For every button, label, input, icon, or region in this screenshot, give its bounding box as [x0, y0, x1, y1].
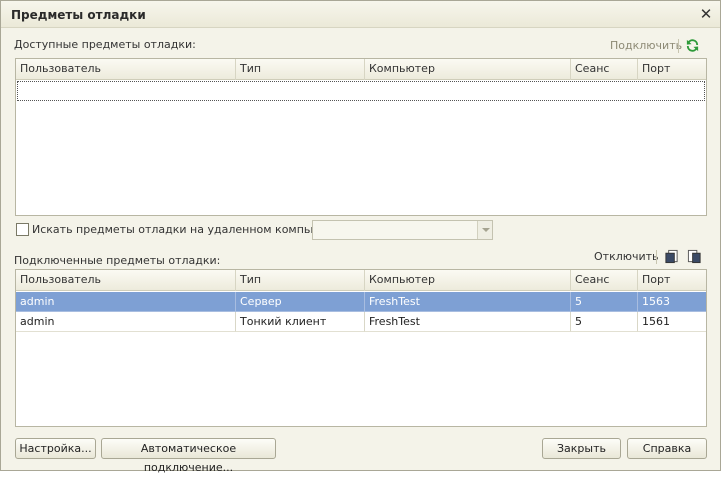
- cell-user: admin: [16, 292, 236, 312]
- cell-session: 5: [571, 312, 638, 332]
- connected-items-label: Подключенные предметы отладки:: [14, 254, 221, 267]
- column-header-computer[interactable]: Компьютер: [365, 59, 571, 80]
- column-header-port[interactable]: Порт: [638, 270, 706, 291]
- empty-row-focus[interactable]: [17, 81, 705, 101]
- column-header-computer[interactable]: Компьютер: [365, 270, 571, 291]
- cell-port: 1563: [638, 292, 706, 312]
- connected-items-table[interactable]: Пользователь Тип Компьютер Сеанс Порт ad…: [15, 269, 707, 427]
- column-header-port[interactable]: Порт: [638, 59, 706, 80]
- column-header-session[interactable]: Сеанс: [571, 270, 638, 291]
- cell-user: admin: [16, 312, 236, 332]
- connected-table-header: Пользователь Тип Компьютер Сеанс Порт: [16, 270, 706, 291]
- column-header-user[interactable]: Пользователь: [16, 270, 236, 291]
- expand-all-icon[interactable]: [664, 249, 679, 264]
- auto-connect-button[interactable]: Автоматическое подключение...: [101, 438, 276, 474]
- close-button[interactable]: Закрыть: [542, 438, 621, 459]
- cell-type: Сервер: [236, 292, 365, 312]
- column-header-session[interactable]: Сеанс: [571, 59, 638, 80]
- remote-search-checkbox[interactable]: [16, 223, 29, 236]
- column-header-type[interactable]: Тип: [236, 59, 365, 80]
- cell-type: Тонкий клиент: [236, 312, 365, 332]
- cell-port: 1561: [638, 312, 706, 332]
- toolbar-separator: [656, 250, 657, 264]
- available-table-header: Пользователь Тип Компьютер Сеанс Порт: [16, 59, 706, 80]
- available-items-table[interactable]: Пользователь Тип Компьютер Сеанс Порт: [15, 58, 707, 216]
- refresh-icon[interactable]: [685, 38, 700, 53]
- window-title: Предметы отладки: [11, 8, 146, 22]
- help-button[interactable]: Справка: [627, 438, 707, 459]
- table-row[interactable]: admin Сервер FreshTest 5 1563: [16, 292, 706, 312]
- column-header-user[interactable]: Пользователь: [16, 59, 236, 80]
- disconnect-button[interactable]: Отключить: [594, 250, 659, 263]
- chevron-down-icon[interactable]: [477, 221, 492, 239]
- cell-computer: FreshTest: [365, 292, 571, 312]
- available-items-label: Доступные предметы отладки:: [14, 38, 196, 51]
- settings-button[interactable]: Настройка...: [15, 438, 96, 459]
- column-header-type[interactable]: Тип: [236, 270, 365, 291]
- remote-search-label: Искать предметы отладки на удаленном ком…: [32, 223, 351, 236]
- title-bar: Предметы отладки ✕: [1, 1, 720, 28]
- connect-button[interactable]: Подключить: [610, 39, 682, 52]
- table-row[interactable]: admin Тонкий клиент FreshTest 5 1561: [16, 312, 706, 332]
- close-icon[interactable]: ✕: [698, 6, 714, 22]
- collapse-all-icon[interactable]: [687, 249, 702, 264]
- toolbar-separator: [678, 39, 679, 53]
- cell-computer: FreshTest: [365, 312, 571, 332]
- remote-computer-combo[interactable]: [312, 220, 493, 240]
- cell-session: 5: [571, 292, 638, 312]
- debug-items-window: Предметы отладки ✕ Доступные предметы от…: [0, 0, 721, 474]
